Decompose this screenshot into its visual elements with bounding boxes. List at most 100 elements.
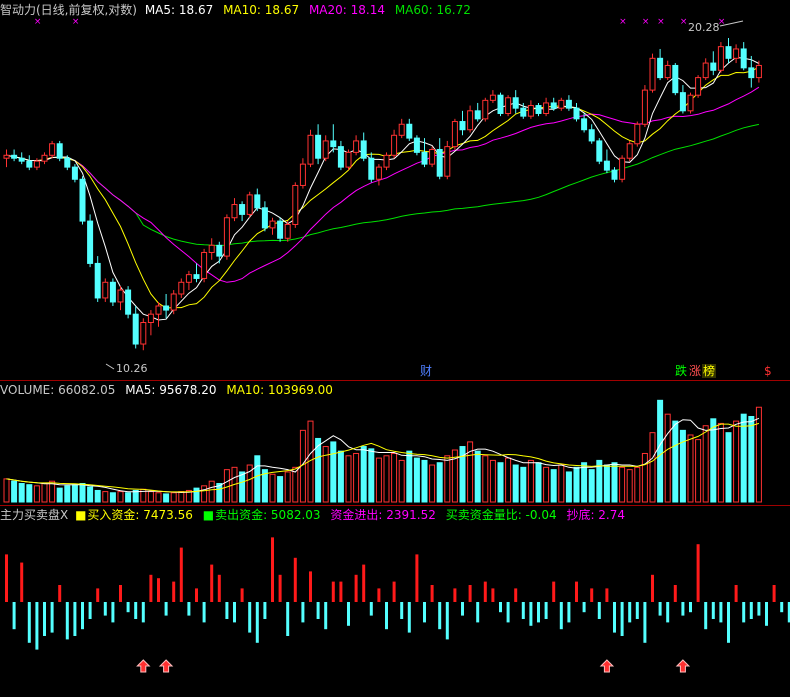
candle-body — [664, 64, 671, 79]
volume-bar — [505, 457, 512, 503]
volume-bar — [565, 471, 572, 503]
indicator-panel-header: 主力买卖盘X ■买入资金: 7473.56 ■卖出资金: 5082.03 资金进… — [0, 508, 631, 522]
volume-bar — [26, 484, 33, 503]
volume-bar — [740, 413, 747, 503]
drop-list-marker[interactable]: 跌 — [674, 364, 688, 378]
candle-body — [178, 281, 185, 295]
volume-bar — [702, 425, 709, 503]
candle-body — [284, 223, 291, 239]
candle-body — [588, 129, 595, 142]
candle-body — [125, 289, 132, 315]
rise-list-marker[interactable]: 涨 — [688, 364, 702, 378]
volume-bar — [550, 469, 557, 503]
volume-bars[interactable] — [3, 399, 762, 503]
candle-body — [702, 62, 709, 79]
flow-ratio-value: 买卖资金量比: -0.04 — [445, 508, 557, 522]
stock-chart-window[interactable]: × × × × × × × 20.28 10.26 智动力(日线,前复权,对数) MA5: … — [0, 0, 790, 697]
candle-body — [79, 178, 86, 222]
chart-canvas[interactable]: × × × × × × × 20.28 10.26 — [0, 0, 790, 697]
candle-body — [444, 146, 451, 177]
volume-bar — [33, 485, 40, 503]
volume-bar — [717, 422, 724, 503]
candlestick-series[interactable] — [3, 37, 762, 351]
sell-legend-swatch-icon: ■ — [202, 508, 215, 522]
volume-bar — [64, 485, 71, 503]
sell-signal-icon: × — [642, 17, 650, 27]
candle-body — [307, 134, 314, 165]
candle-body — [18, 157, 25, 162]
candle-body — [368, 157, 375, 180]
volume-bar — [527, 459, 534, 503]
candle-body — [299, 163, 306, 186]
candle-body — [733, 48, 740, 59]
dragon-tiger-list-marker[interactable]: 榜 — [702, 364, 717, 378]
buy-funds-value: ■买入资金: 7473.56 — [75, 508, 193, 522]
candle-body — [41, 154, 48, 162]
candle-body — [505, 97, 512, 114]
volume-bar — [155, 492, 162, 503]
volume-bar — [117, 491, 124, 503]
candle-body — [717, 46, 724, 71]
volume-bar — [330, 441, 337, 503]
red-up-arrow-icon — [675, 659, 691, 673]
candle-body — [26, 160, 33, 168]
candle-body — [527, 105, 534, 117]
volume-bar — [125, 492, 132, 503]
volume-bar — [345, 455, 352, 503]
volume-bar — [239, 471, 246, 503]
candle-body — [315, 134, 322, 159]
volume-bar — [626, 469, 633, 503]
candle-body — [353, 140, 360, 153]
candle-body — [269, 220, 276, 229]
red-up-arrow-icon — [136, 659, 151, 673]
volume-bar — [208, 480, 215, 503]
volume-bar — [421, 459, 428, 503]
net-flow-value: 资金进出: 2391.52 — [330, 508, 436, 522]
candle-body — [277, 220, 284, 239]
fund-flow-bars[interactable] — [5, 537, 790, 650]
candle-body — [49, 143, 56, 156]
volume-bar — [520, 466, 527, 503]
volume-bar — [755, 406, 762, 503]
volume-bar — [611, 462, 618, 503]
sell-funds-label: 卖出资金: 5082.03 — [215, 508, 321, 522]
volume-bar — [87, 486, 94, 503]
bottom-signal-arrows — [136, 659, 691, 673]
candle-body — [550, 102, 557, 109]
candle-body — [163, 305, 170, 311]
candle-body — [345, 151, 352, 168]
volume-bar — [558, 464, 565, 503]
volume-bar — [254, 455, 261, 503]
event-marker-strip: 财 跌 涨 榜 $ — [0, 364, 790, 380]
candle-body — [292, 184, 299, 225]
candle-body — [657, 57, 664, 79]
candle-body — [193, 274, 200, 279]
candle-body — [33, 160, 40, 168]
candle-body — [520, 107, 527, 117]
candle-body — [748, 67, 755, 79]
volume-bar — [398, 459, 405, 503]
candle-body — [337, 146, 344, 168]
candle-body — [132, 313, 139, 345]
candle-body — [216, 244, 223, 257]
candle-body — [695, 77, 702, 96]
ma60-line — [6, 123, 760, 247]
candle-body — [611, 169, 618, 180]
candle-body — [406, 123, 413, 139]
dividend-marker[interactable]: $ — [763, 364, 773, 378]
candle-body — [56, 143, 63, 159]
volume-bar — [79, 483, 86, 503]
finance-event-marker[interactable]: 财 — [419, 364, 433, 378]
candle-body — [239, 204, 246, 215]
volume-bar — [368, 448, 375, 503]
candle-body — [474, 110, 481, 120]
candle-body — [710, 62, 717, 71]
price-panel-header: 智动力(日线,前复权,对数) MA5: 18.67 MA10: 18.67 MA… — [0, 3, 477, 17]
volume-bar — [474, 450, 481, 503]
ma5-value: MA5: 18.67 — [144, 3, 214, 17]
volume-bar — [102, 491, 109, 503]
sell-signal-markers: × × × × × × × — [34, 17, 726, 27]
sell-signal-icon: × — [34, 17, 42, 27]
volume-bar — [588, 469, 595, 503]
ma60-line-group — [6, 123, 760, 247]
